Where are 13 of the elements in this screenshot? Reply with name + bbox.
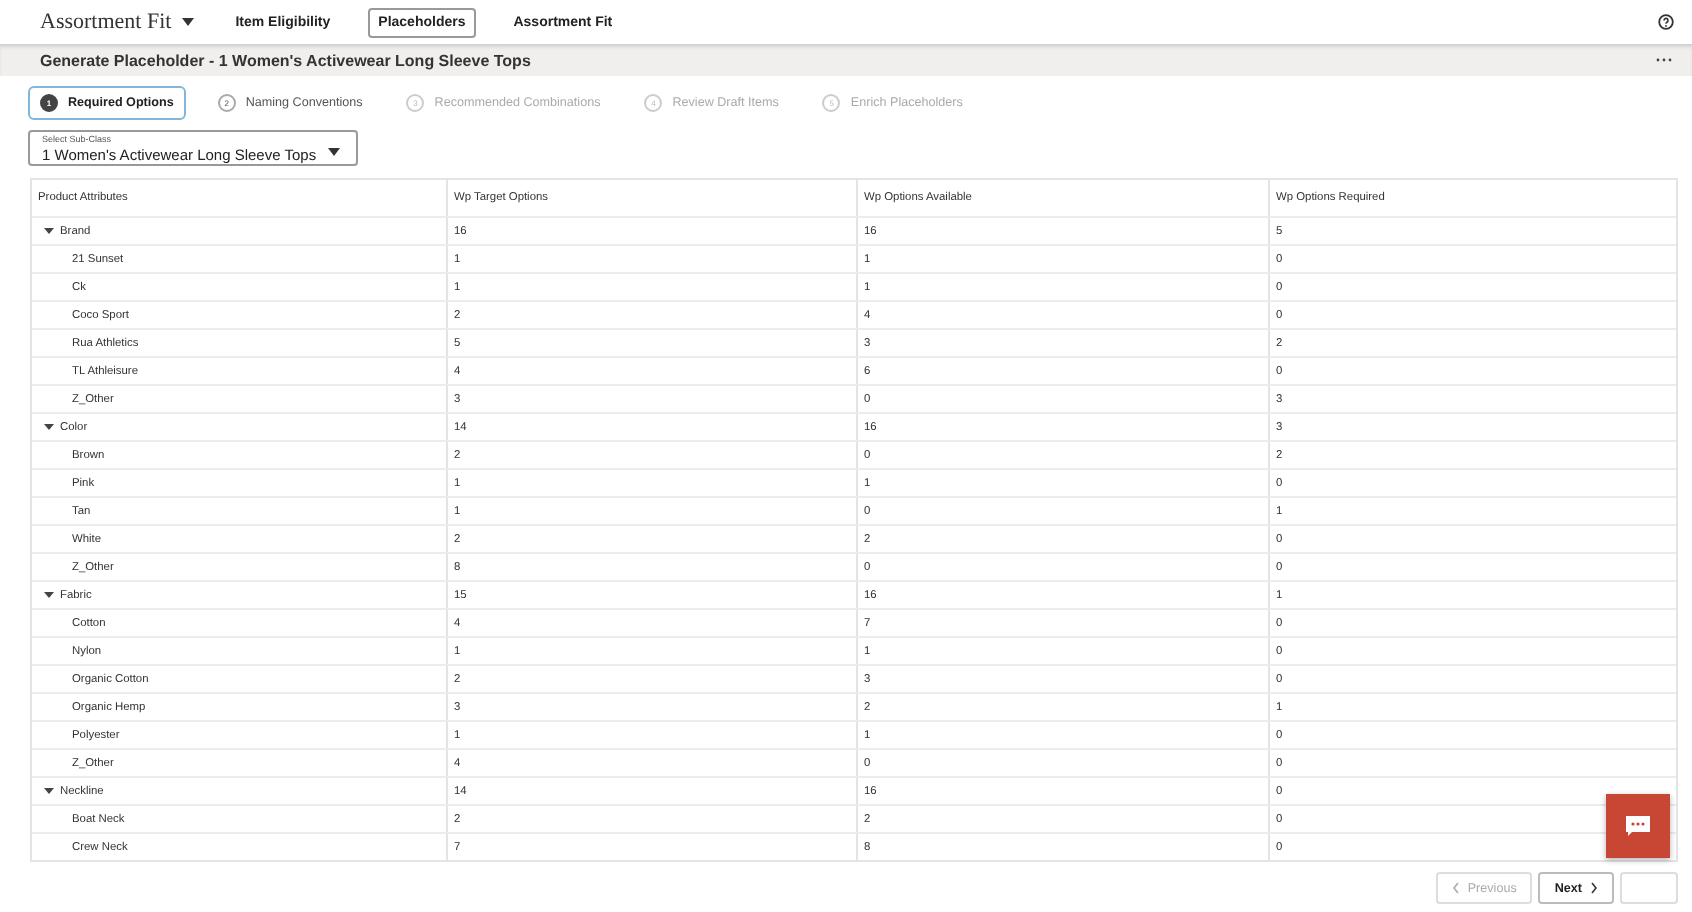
caret-icon: [328, 148, 340, 156]
collapse-icon[interactable]: [44, 592, 54, 598]
caret-icon: [181, 18, 194, 26]
chevron-left-icon: [1451, 882, 1460, 894]
app-title[interactable]: Assortment Fit: [40, 10, 194, 34]
chat-icon: [1626, 816, 1650, 836]
help-icon[interactable]: [1658, 14, 1674, 30]
page-title: Generate Placeholder - 1 Women's Activewear Long Sleeve Tops: [40, 51, 531, 69]
collapse-icon[interactable]: [44, 424, 54, 430]
collapse-icon[interactable]: [44, 228, 54, 234]
chat-button[interactable]: [1606, 794, 1670, 858]
collapse-icon[interactable]: [44, 788, 54, 794]
chevron-right-icon: [1590, 882, 1598, 894]
